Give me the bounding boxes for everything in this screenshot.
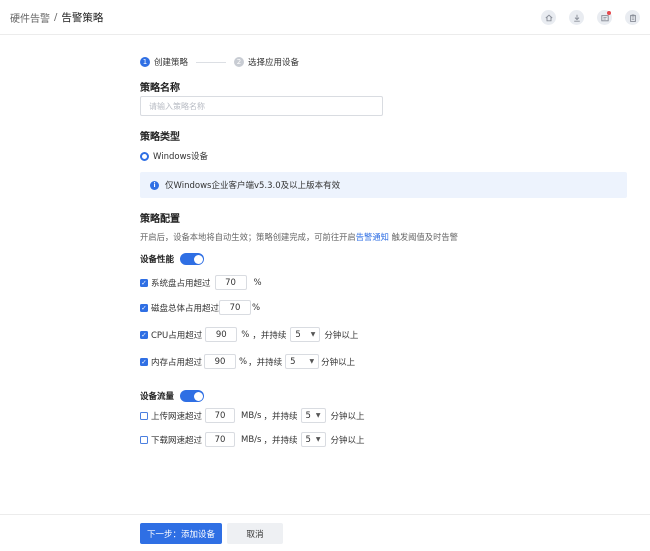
system-disk-checkbox[interactable]: ✓ [140, 278, 148, 287]
alert-notification-link[interactable]: 告警通知 [356, 232, 389, 242]
duration-unit: 分钟以上 [330, 411, 365, 422]
option-label: 内存占用超过 [151, 357, 203, 368]
select-value: 5 [305, 434, 311, 445]
page-header: 硬件告警 / 告警策略 [0, 0, 650, 35]
disk-total-checkbox[interactable]: ✓ [140, 303, 148, 312]
version-notice: i 仅Windows企业客户端v5.3.0及以上版本有效 [140, 172, 627, 198]
duration-unit: 分钟以上 [324, 330, 359, 341]
duration-separator: ，并持续 [248, 357, 283, 368]
step-divider [196, 61, 227, 63]
disk-total-threshold-input[interactable]: 70 [219, 300, 252, 315]
footer-bar [0, 514, 650, 551]
download-speed-checkbox[interactable] [140, 435, 148, 444]
upload-threshold-input[interactable]: 70 [205, 408, 236, 423]
breadcrumb: 硬件告警 / 告警策略 [10, 10, 103, 25]
duration-separator: ，并持续 [263, 411, 298, 422]
download-duration-select[interactable]: 5 ▼ [300, 432, 326, 447]
step-number: 1 [140, 57, 150, 67]
upload-speed-option: 上传网速超过 70 MB/s ，并持续 5 ▼ 分钟以上 [140, 408, 365, 423]
unit-label: % [241, 329, 250, 340]
breadcrumb-parent[interactable]: 硬件告警 [10, 10, 50, 25]
duration-separator: ，并持续 [263, 435, 298, 446]
breadcrumb-separator: / [54, 11, 58, 23]
memory-threshold-input[interactable]: 90 [204, 354, 237, 369]
memory-checkbox[interactable]: ✓ [140, 357, 148, 366]
step-label: 选择应用设备 [248, 58, 300, 68]
system-disk-threshold-input[interactable]: 70 [214, 275, 247, 290]
step-number: 2 [234, 57, 245, 67]
policy-config-description: 开启后，设备本地将自动生效；策略创建完成，可前往开启告警通知 触发阈值及时告警 [140, 231, 458, 243]
upload-duration-select[interactable]: 5 ▼ [300, 408, 326, 423]
duration-unit: 分钟以上 [321, 357, 356, 368]
next-step-button[interactable]: 下一步：添加设备 [140, 523, 222, 544]
policy-config-title: 策略配置 [140, 214, 180, 225]
desc-prefix: 开启后，设备本地将自动生效；策略创建完成，可前往开启 [140, 232, 356, 242]
select-value: 5 [290, 356, 296, 367]
header-actions [541, 10, 640, 25]
home-icon[interactable] [541, 10, 556, 25]
cancel-button[interactable]: 取消 [227, 523, 283, 544]
chevron-down-icon: ▼ [315, 436, 321, 443]
system-disk-option: ✓ 系统盘占用超过 70 % [140, 275, 262, 290]
unit-label: % [253, 277, 262, 288]
duration-unit: 分钟以上 [330, 435, 365, 446]
option-label: 系统盘占用超过 [151, 278, 211, 289]
notice-text: 仅Windows企业客户端v5.3.0及以上版本有效 [165, 181, 341, 191]
download-icon[interactable] [569, 10, 584, 25]
unit-label: % [252, 302, 261, 313]
memory-duration-select[interactable]: 5 ▼ [285, 354, 320, 369]
clipboard-icon[interactable] [625, 10, 640, 25]
disk-total-option: ✓ 磁盘总体占用超过 70 % [140, 300, 260, 315]
step-select-devices: 2 选择应用设备 [234, 56, 299, 68]
cpu-duration-select[interactable]: 5 ▼ [290, 327, 321, 342]
breadcrumb-current: 告警策略 [61, 11, 104, 24]
policy-type-title: 策略类型 [140, 132, 180, 143]
memory-option: ✓ 内存占用超过 90 % ，并持续 5 ▼ 分钟以上 [140, 354, 355, 369]
cpu-threshold-input[interactable]: 90 [205, 327, 238, 342]
select-value: 5 [305, 410, 311, 421]
option-label: 上传网速超过 [151, 411, 203, 422]
chevron-down-icon: ▼ [309, 358, 315, 365]
chevron-down-icon: ▼ [315, 412, 321, 419]
traffic-label: 设备流量 [140, 392, 175, 402]
radio-label: Windows设备 [153, 152, 208, 162]
performance-toggle-row: 设备性能 [140, 253, 205, 265]
option-label: CPU占用超过 [151, 330, 203, 341]
traffic-toggle-row: 设备流量 [140, 390, 205, 402]
cpu-checkbox[interactable]: ✓ [140, 330, 148, 339]
chevron-down-icon: ▼ [310, 331, 316, 338]
windows-device-radio[interactable]: Windows设备 [140, 150, 208, 162]
policy-name-title: 策略名称 [140, 83, 180, 94]
step-indicator: 1 创建策略 2 选择应用设备 [140, 56, 299, 68]
option-label: 磁盘总体占用超过 [151, 303, 220, 314]
message-icon[interactable] [597, 10, 612, 25]
policy-name-input[interactable] [140, 96, 383, 116]
performance-toggle[interactable] [180, 253, 205, 265]
performance-label: 设备性能 [140, 255, 175, 265]
traffic-toggle[interactable] [180, 390, 205, 402]
duration-separator: ，并持续 [252, 330, 287, 341]
step-label: 创建策略 [154, 58, 189, 68]
desc-suffix: 触发阈值及时告警 [391, 232, 458, 242]
cpu-option: ✓ CPU占用超过 90 % ，并持续 5 ▼ 分钟以上 [140, 327, 358, 342]
unit-label: % [239, 356, 248, 367]
unit-label: MB/s [241, 434, 262, 445]
unit-label: MB/s [241, 410, 262, 421]
notification-dot [607, 11, 611, 15]
download-speed-option: 下载网速超过 70 MB/s ，并持续 5 ▼ 分钟以上 [140, 432, 365, 447]
radio-selected[interactable] [140, 151, 149, 161]
step-create-policy: 1 创建策略 [140, 56, 188, 68]
select-value: 5 [295, 329, 301, 340]
info-icon: i [150, 180, 159, 190]
download-threshold-input[interactable]: 70 [205, 432, 236, 447]
option-label: 下载网速超过 [151, 435, 203, 446]
upload-speed-checkbox[interactable] [140, 411, 148, 420]
